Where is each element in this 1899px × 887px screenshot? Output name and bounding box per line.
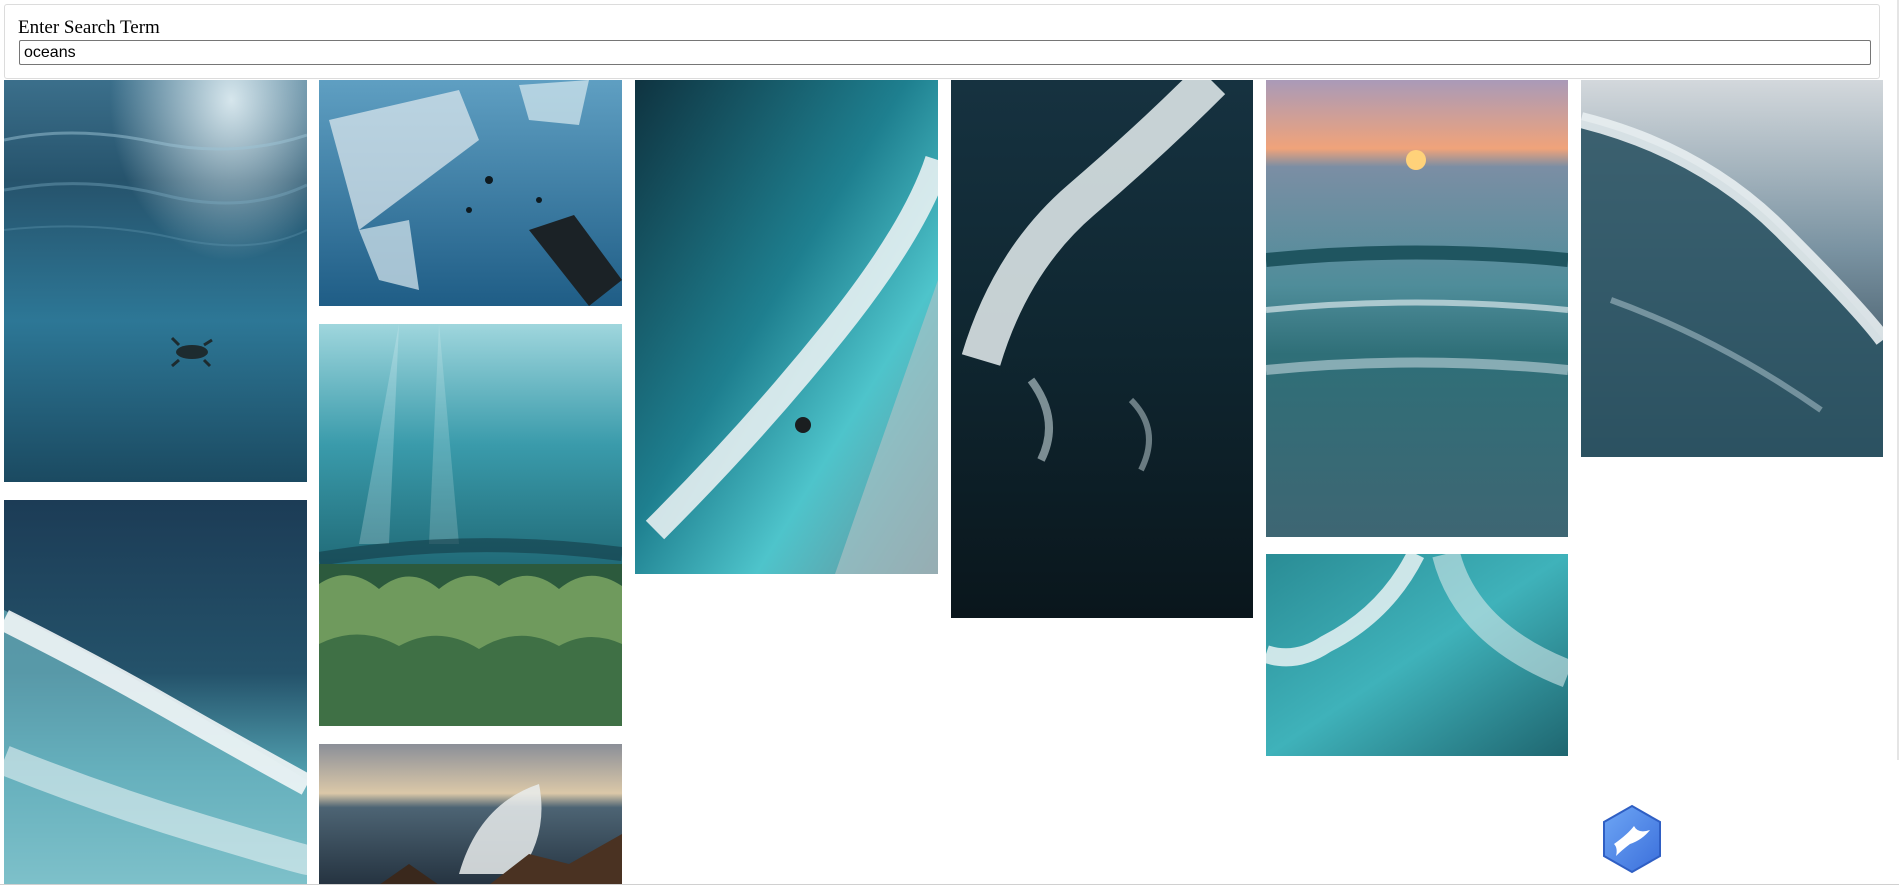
aerial-shore-image: [635, 80, 938, 574]
image-tile-sunset-waves[interactable]: [1266, 80, 1568, 537]
plastic-underwater-image: [319, 80, 622, 306]
wave-breaking-image: [4, 500, 307, 885]
aerial-dark-ocean-image: [951, 80, 1253, 618]
image-tile-rocks-splash[interactable]: [319, 744, 622, 885]
bird-badge-button[interactable]: [1600, 804, 1664, 874]
bottom-divider: [0, 884, 1899, 885]
turtle-icon: [176, 345, 208, 359]
image-tile-turquoise-foam[interactable]: [1266, 554, 1568, 756]
curl-wave-image: [1581, 80, 1883, 457]
coral-reef-image: [319, 324, 622, 726]
search-panel: Enter Search Term: [4, 4, 1880, 79]
image-tile-curl-wave[interactable]: [1581, 80, 1883, 457]
image-tile-aerial-shore[interactable]: [635, 80, 938, 574]
image-tile-coral[interactable]: [319, 324, 622, 726]
image-tile-turtle[interactable]: [4, 80, 307, 482]
turquoise-foam-image: [1266, 554, 1568, 756]
turtle-ocean-image: [4, 80, 307, 482]
bird-icon: [1603, 804, 1661, 874]
rocks-splash-image: [319, 744, 622, 885]
image-tile-wave-breaking[interactable]: [4, 500, 307, 885]
search-label: Enter Search Term: [18, 17, 160, 38]
search-input[interactable]: [19, 40, 1871, 65]
image-tile-plastic[interactable]: [319, 80, 622, 306]
image-tile-aerial-dark[interactable]: [951, 80, 1253, 618]
sunset-waves-image: [1266, 80, 1568, 537]
